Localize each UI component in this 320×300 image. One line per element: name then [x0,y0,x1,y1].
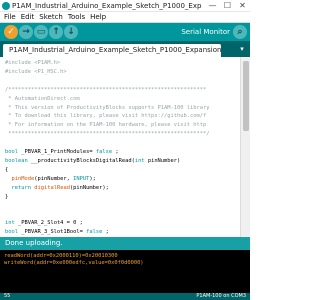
code-line: boolean __productivityBlocksDigitalRead(… [5,157,181,164]
code-line: * This version of ProductivityBlocks sup… [5,104,210,111]
status-message: Done uploading. [5,239,63,247]
status-bar: Done uploading. [0,237,250,250]
code-line: * For information on the P1AM-100 hardwa… [5,122,207,129]
window-controls: — ☐ ✕ [205,0,250,12]
code-editor[interactable]: #include <P1AM.h> #include <P1_HSC.h> /***… [0,57,240,237]
scrollbar-thumb[interactable] [243,61,249,131]
line-number: 55 [4,293,11,299]
code-line: /***************************************… [5,86,207,93]
window-titlebar: P1AM_Industrial_Arduino_Example_Sketch_P… [0,0,250,12]
save-sketch-button[interactable]: ↓ [64,25,78,39]
board-port-label: P1AM-100 on COM3 [196,293,246,299]
code-line: #include <P1_HSC.h> [5,68,67,75]
upload-button[interactable]: → [19,25,33,39]
code-line: bool _PBVAR_3_Slot1Bool= false ; [5,229,109,236]
editor-vertical-scrollbar[interactable] [240,57,250,237]
footer-bar: 55 P1AM-100 on COM3 [0,293,250,300]
code-line: } [5,193,9,200]
close-button[interactable]: ✕ [235,0,250,12]
code-line: pinMode(pinNumber, INPUT); [11,175,96,182]
keyword-token: INPUT [73,175,90,182]
toolbar: ✓ → ▭ ↑ ↓ Serial Monitor ⌕ [0,23,250,41]
keyword-token: int [5,220,15,227]
function-token: pinMode [11,175,35,182]
code-line: * AutomationDirect.com [5,95,80,102]
tab-sketch[interactable]: P1AM_Industrial_Arduino_Example_Sketch_P… [3,44,221,57]
keyword-token: false [86,229,103,236]
maximize-button[interactable]: ☐ [220,0,235,12]
arduino-app-icon [2,2,10,10]
menu-tools[interactable]: Tools [68,12,85,22]
code-line: { [5,166,9,173]
code-line: #include <P1AM.h> [5,60,61,66]
serial-monitor-button[interactable]: ⌕ [233,25,247,39]
serial-monitor-label: Serial Monitor [181,28,230,36]
tab-menu-chevron-icon[interactable]: ▾ [237,45,247,54]
code-line: return digitalRead(pinNumber); [11,184,109,191]
menu-file[interactable]: File [4,12,16,22]
code-line: int _PBVAR_2_Slot4 = 0 ; [5,220,83,227]
code-line: bool _PBVAR_1_PrintModules= false ; [5,149,119,155]
menu-edit[interactable]: Edit [21,12,35,22]
menu-bar: File Edit Sketch Tools Help [0,12,250,23]
keyword-token: bool [5,229,18,236]
minimize-button[interactable]: — [205,0,220,12]
menu-help[interactable]: Help [90,12,106,22]
open-sketch-button[interactable]: ↑ [49,25,63,39]
output-console[interactable]: readWord(addr=0x2000110)=0x20010300 writ… [0,250,250,293]
console-line: writeWord(addr=0xe000edfc,value=0x0f0d00… [4,260,144,266]
code-line: * To download this library, please visit… [5,113,207,120]
verify-button[interactable]: ✓ [4,25,18,39]
function-token: digitalRead [34,184,70,191]
code-line: ****************************************… [5,131,210,138]
window-title: P1AM_Industrial_Arduino_Example_Sketch_P… [12,2,202,10]
menu-sketch[interactable]: Sketch [39,12,63,22]
console-line: readWord(addr=0x2000110)=0x20010300 [4,253,118,259]
keyword-token: boolean [5,157,28,164]
new-sketch-button[interactable]: ▭ [34,25,48,39]
tab-strip: P1AM_Industrial_Arduino_Example_Sketch_P… [0,41,250,57]
keyword-token: return [11,184,31,191]
keyword-token: int [134,157,145,164]
keyword-token: bool [5,149,18,155]
keyword-token: false [95,149,113,155]
